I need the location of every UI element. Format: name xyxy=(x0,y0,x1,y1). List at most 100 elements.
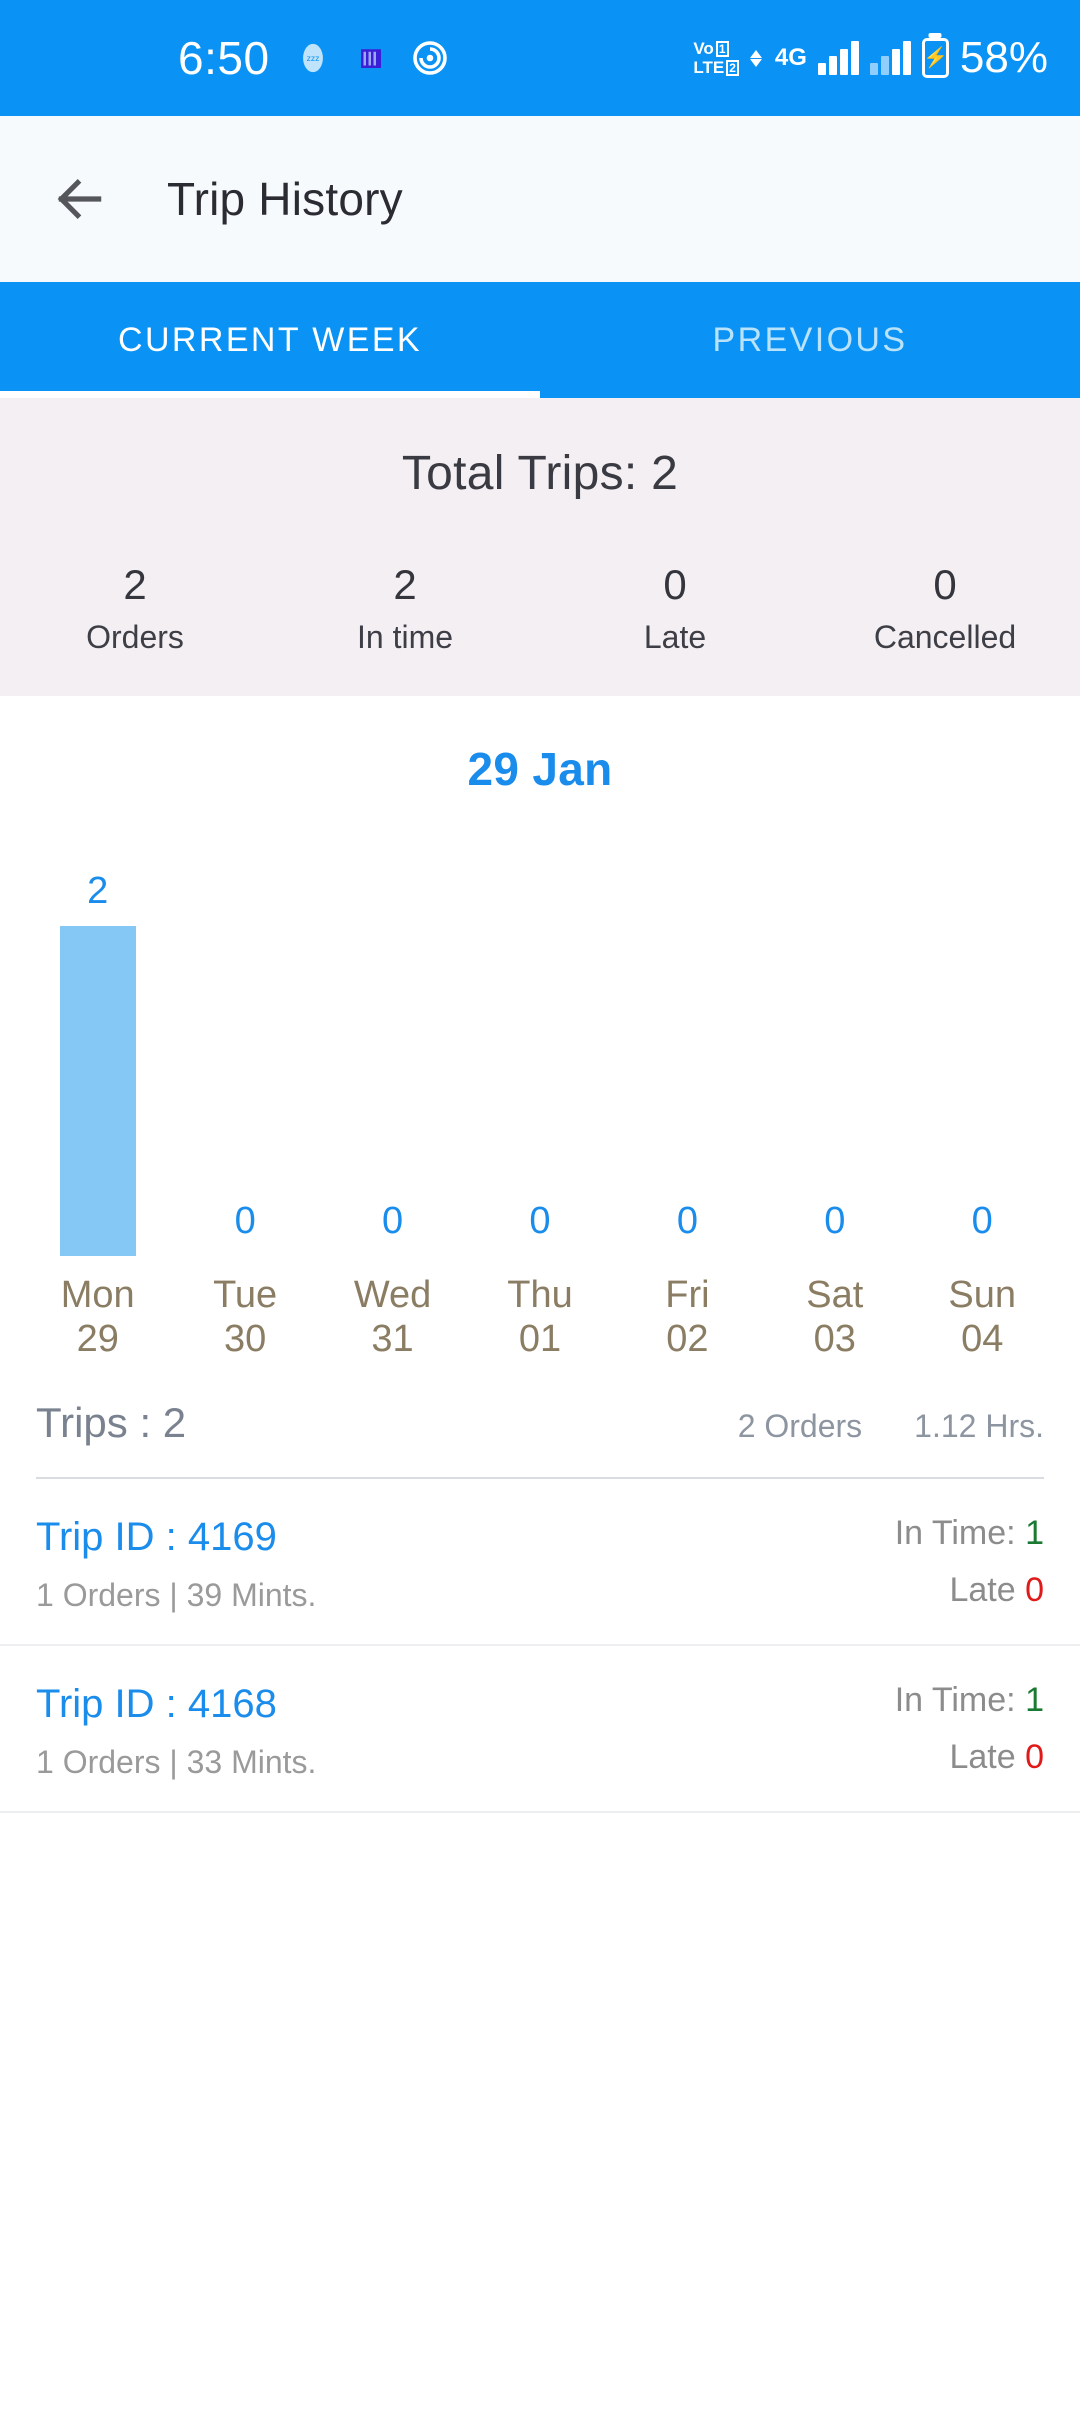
chart-x-tick-thu: Thu 01 xyxy=(466,1274,613,1361)
data-transfer-arrows-icon xyxy=(749,49,762,67)
trip-in-time: In Time: 1 xyxy=(895,1513,1044,1554)
chart-tick-day: Sun xyxy=(948,1274,1017,1317)
stat-cancelled-value: 0 xyxy=(933,561,957,608)
chart-value-label: 0 xyxy=(234,1200,256,1243)
chart-column-tue: 0 xyxy=(171,838,318,1256)
stat-late: 0 Late xyxy=(540,561,810,656)
back-arrow-icon[interactable] xyxy=(40,159,120,239)
chart-value-label: 0 xyxy=(381,1200,404,1243)
trip-in-time-value: 1 xyxy=(1025,1514,1044,1553)
stat-in-time: 2 In time xyxy=(270,561,540,656)
battery-charging-icon: ⚡ xyxy=(921,38,949,78)
trip-in-time: In Time: 1 xyxy=(895,1680,1044,1721)
chart-tick-date: 02 xyxy=(666,1317,709,1360)
stat-orders-value: 2 xyxy=(123,561,147,608)
signal-4g-icon: 4G xyxy=(775,46,807,70)
trip-in-time-value: 1 xyxy=(1025,1681,1044,1720)
stat-late-label: Late xyxy=(643,619,707,656)
weekly-chart: 29 Jan 2000000 Mon 29 Tue 30 Wed 31 Thu 01 Fri 02… xyxy=(0,696,1080,1362)
summary-stats: 2 Orders 2 In time 0 Late 0 Cancelled xyxy=(0,561,1080,656)
trip-in-time-label: In Time: xyxy=(894,1514,1016,1553)
trip-row[interactable]: Trip ID : 4168 1 Orders | 33 Mints. In Tim… xyxy=(0,1646,1080,1814)
trips-header: Trips : 2 2 Orders 1.12 Hrs. xyxy=(0,1361,1080,1447)
chart-date-label: 29 Jan xyxy=(467,743,613,796)
trip-in-time-label: In Time: xyxy=(894,1681,1016,1720)
trip-row-left: Trip ID : 4169 1 Orders | 39 Mints. xyxy=(36,1513,316,1614)
chart-column-fri: 0 xyxy=(614,838,761,1256)
chart-value-label: 0 xyxy=(676,1200,698,1243)
chart-tick-date: 29 xyxy=(76,1317,119,1360)
trip-row-left: Trip ID : 4168 1 Orders | 33 Mints. xyxy=(36,1680,316,1781)
status-bar-right: Vo 1 LTE 2 4G ⚡ 58% xyxy=(693,0,1048,116)
signal-bars-icon-2 xyxy=(869,41,911,75)
chart-x-tick-tue: Tue 30 xyxy=(171,1274,318,1361)
chart-bar xyxy=(59,926,136,1257)
chart-tick-day: Sat xyxy=(806,1274,864,1317)
tab-current-week[interactable]: CURRENT WEEK xyxy=(0,282,540,398)
trip-meta-label: 1 Orders | 39 Mints. xyxy=(36,1577,317,1614)
page-title: Trip History xyxy=(167,173,403,225)
trip-late-value: 0 xyxy=(1025,1571,1044,1610)
chart-tick-date: 31 xyxy=(371,1317,414,1360)
network-type-label: 4G xyxy=(774,44,807,71)
stat-in-time-value: 2 xyxy=(393,561,417,608)
chart-tick-day: Thu xyxy=(507,1274,573,1317)
battery-percent-label: 58% xyxy=(959,33,1048,82)
stat-orders-label: Orders xyxy=(86,619,184,656)
chart-tick-day: Wed xyxy=(353,1274,432,1317)
status-bar-left: 6:50 zzz xyxy=(0,35,448,81)
chart-tick-day: Tue xyxy=(213,1274,278,1317)
app-notification-icon xyxy=(356,41,386,75)
chart-column-sat: 0 xyxy=(761,838,908,1256)
tab-previous[interactable]: PREVIOUS xyxy=(540,282,1080,398)
trip-meta-label: 1 Orders | 33 Mints. xyxy=(36,1744,317,1781)
chart-column-thu: 0 xyxy=(466,838,613,1256)
chart-x-tick-sun: Sun 04 xyxy=(909,1274,1056,1361)
trip-row[interactable]: Trip ID : 4169 1 Orders | 39 Mints. In Tim… xyxy=(0,1479,1080,1647)
summary-panel: Total Trips: 2 2 Orders 2 In time 0 Late… xyxy=(0,398,1080,697)
volte-sim1: 1 xyxy=(715,40,729,57)
volte-label-top: Vo xyxy=(693,39,714,58)
trips-count-label: Trips : 2 xyxy=(36,1399,187,1447)
svg-text:zzz: zzz xyxy=(306,53,319,63)
spiral-app-icon xyxy=(412,40,448,76)
stat-cancelled: 0 Cancelled xyxy=(810,561,1080,656)
app-bar: Trip History xyxy=(0,116,1080,282)
chart-x-tick-sat: Sat 03 xyxy=(761,1274,908,1361)
trip-late-label: Late xyxy=(949,1738,1016,1777)
chart-column-sun: 0 xyxy=(909,838,1056,1256)
chart-tick-date: 30 xyxy=(223,1317,267,1360)
trips-duration-label: 1.12 Hrs. xyxy=(914,1408,1044,1445)
chart-bars: 2 0 0 0 0 0 0 xyxy=(0,838,1080,1257)
trip-late-label: Late xyxy=(949,1571,1016,1610)
trip-row-right: In Time: 1 Late 0 xyxy=(895,1680,1044,1778)
chart-column-wed: 0 xyxy=(319,838,466,1256)
stat-in-time-label: In time xyxy=(356,619,454,656)
stat-orders: 2 Orders xyxy=(0,561,270,656)
chart-x-tick-mon: Mon 29 xyxy=(24,1274,171,1361)
stat-late-value: 0 xyxy=(663,561,687,608)
chart-value-label: 2 xyxy=(87,870,109,913)
trip-late-value: 0 xyxy=(1025,1738,1044,1777)
volte-sim2: 2 xyxy=(726,59,739,76)
trip-id-label: Trip ID : 4168 xyxy=(36,1682,277,1727)
signal-bars-icon-1 xyxy=(817,41,859,75)
tab-bar: CURRENT WEEK PREVIOUS xyxy=(0,282,1080,398)
chart-column-mon: 2 xyxy=(24,838,171,1257)
chart-x-tick-wed: Wed 31 xyxy=(319,1274,466,1361)
chart-tick-date: 04 xyxy=(961,1317,1004,1360)
status-clock: 6:50 xyxy=(178,32,270,84)
volte-label-bottom: LTE xyxy=(693,58,725,77)
trip-late: Late 0 xyxy=(895,1737,1044,1778)
chart-value-label: 0 xyxy=(529,1200,551,1243)
sleep-mode-icon: zzz xyxy=(296,41,330,75)
chart-x-tick-fri: Fri 02 xyxy=(614,1274,761,1361)
chart-tick-date: 01 xyxy=(518,1317,562,1360)
chart-value-label: 0 xyxy=(824,1200,846,1243)
stat-cancelled-label: Cancelled xyxy=(873,619,1017,656)
volte-icon: Vo 1 LTE 2 xyxy=(693,39,739,77)
trip-row-right: In Time: 1 Late 0 xyxy=(895,1513,1044,1611)
chart-tick-date: 03 xyxy=(813,1317,856,1360)
trip-late: Late 0 xyxy=(895,1570,1044,1611)
chart-tick-day: Fri xyxy=(665,1274,710,1317)
